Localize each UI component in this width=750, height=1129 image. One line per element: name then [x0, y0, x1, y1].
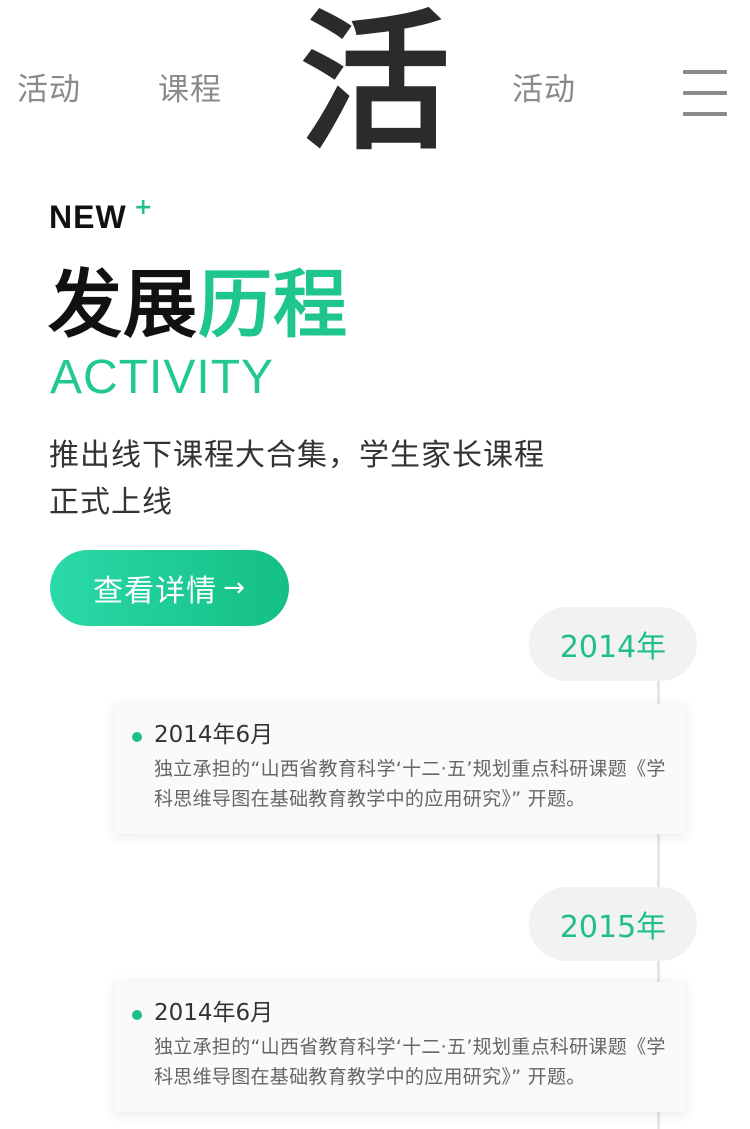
new-badge: NEW — [49, 199, 127, 235]
year-pill-2015[interactable]: 2015年 — [529, 887, 697, 961]
year-pill-2014[interactable]: 2014年 — [529, 607, 697, 681]
hamburger-menu-icon[interactable] — [683, 70, 729, 116]
menu-bar — [683, 70, 727, 74]
bullet-dot-icon — [132, 732, 142, 742]
menu-bar — [683, 112, 727, 116]
section-description: 推出线下课程大合集，学生家长课程正式上线 — [49, 438, 545, 520]
nav-item-courses[interactable]: 课程 — [158, 70, 222, 110]
nav-item-activity-right[interactable]: 活动 — [512, 70, 576, 110]
section-title: 发展历程 — [48, 262, 348, 348]
page: 活动 课程 活 活动 NEW + 发展历程 ACTIVITY 推出线下课程大合集… — [0, 0, 750, 1129]
bullet-dot-icon — [132, 1010, 142, 1020]
event-description: 独立承担的“山西省教育科学‘十二·五’规划重点科研课题《学科思维导图在基础教育教… — [154, 1036, 666, 1088]
section-subtitle: ACTIVITY — [50, 351, 275, 404]
section-title-green: 历程 — [198, 262, 348, 348]
event-date: 2014年6月 — [154, 722, 274, 748]
section-title-dark: 发展 — [48, 262, 198, 348]
plus-icon: + — [134, 195, 153, 220]
timeline-card: 2014年6月 独立承担的“山西省教育科学‘十二·五’规划重点科研课题《学科思维… — [115, 982, 685, 1112]
site-logo[interactable]: 活 — [300, 8, 450, 158]
event-description: 独立承担的“山西省教育科学‘十二·五’规划重点科研课题《学科思维导图在基础教育教… — [154, 758, 666, 810]
event-date: 2014年6月 — [154, 1000, 274, 1026]
arrow-right-icon: → — [223, 573, 246, 603]
view-details-button[interactable]: 查看详情 → — [50, 550, 289, 626]
menu-bar — [683, 91, 727, 95]
nav-item-activity[interactable]: 活动 — [17, 70, 81, 110]
timeline-card: 2014年6月 独立承担的“山西省教育科学‘十二·五’规划重点科研课题《学科思维… — [115, 704, 685, 834]
view-details-label: 查看详情 — [93, 574, 218, 609]
